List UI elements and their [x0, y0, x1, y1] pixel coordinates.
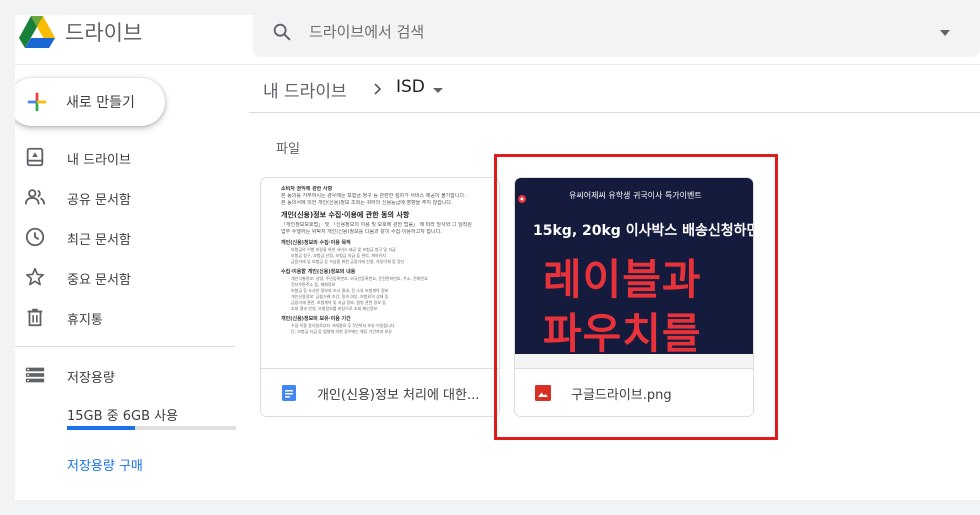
thumb-subheading: 개인(신용)정보의 수집·이용 목적	[281, 240, 351, 246]
selection-highlight-box	[494, 154, 778, 440]
clock-icon	[25, 227, 45, 247]
buy-storage-link[interactable]: 저장용량 구매	[67, 455, 143, 474]
thumb-text: 금융거래 및 보험금 등 수납을 위한 금융거래 신청, 자동이체 등 정산	[291, 259, 405, 264]
storage-usage-fill	[67, 426, 135, 430]
file-card-footer: 개인(신용)정보 처리에 대한...	[261, 368, 499, 416]
file-thumbnail: 소비자 권익에 관한 사항 본 동의를 거부하시는 경우에는 보험금 청구 등 …	[261, 178, 499, 368]
thumb-subheading: 개인(신용)정보의 보유·이용 기간	[281, 316, 351, 322]
new-button[interactable]: 새로 만들기	[15, 78, 165, 126]
file-card-doc[interactable]: 소비자 권익에 관한 사항 본 동의를 거부하시는 경우에는 보험금 청구 등 …	[260, 177, 500, 417]
plus-icon	[27, 92, 47, 112]
breadcrumb: 내 드라이브 ISD	[249, 65, 980, 113]
thumb-text: 본 동의서에 의한 개인(신용)정보 조회는 귀하의 신용등급에 영향을 주지 …	[281, 200, 453, 206]
files-section-label: 파일	[276, 142, 300, 157]
drive-logo-icon[interactable]	[17, 15, 57, 50]
sidebar-divider	[15, 346, 235, 347]
app-name[interactable]: 드라이브	[65, 17, 142, 47]
top-bar: 드라이브	[15, 15, 980, 65]
drive-app: 드라이브 새로 만들기	[15, 15, 980, 500]
sidebar-item-recent[interactable]: 최근 문서함	[15, 217, 240, 257]
new-button-label: 새로 만들기	[66, 95, 135, 111]
breadcrumb-my-drive[interactable]: 내 드라이브	[263, 77, 347, 102]
my-drive-icon	[26, 147, 44, 167]
star-icon	[25, 267, 45, 286]
sidebar-item-label: 중요 문서함	[67, 273, 131, 288]
sidebar-item-shared[interactable]: 공유 문서함	[15, 177, 240, 217]
thumb-text: 단, 보험금 지급 등 법령에 의한 경우에는 해당 기간까지 보유	[291, 329, 393, 334]
file-name: 개인(신용)정보 처리에 대한...	[317, 388, 480, 403]
trash-icon	[27, 308, 43, 327]
thumb-heading: 개인(신용)정보 수집·이용에 관한 동의 사항	[281, 211, 410, 219]
thumb-text: 소비자 권익에 관한 사항	[281, 186, 333, 192]
storage-label: 저장용량	[67, 371, 115, 386]
shared-icon	[24, 189, 46, 205]
thumb-text: 「개인정보보호법」 및 「신용정보의 이용 및 보호에 관한 법률」 에 따라 …	[281, 222, 472, 228]
sidebar-item-label: 휴지통	[67, 313, 103, 328]
sidebar-item-label: 최근 문서함	[67, 233, 131, 248]
thumb-text: 본 동의를 거부하시는 경우에는 보험금 청구 등 관련한 절차가 서비스 제공…	[281, 193, 466, 199]
thumb-text: 조회 결과 반영, 보험정보를 바탕으로 조회 재인정보	[291, 306, 378, 311]
sidebar-nav: 내 드라이브 공유 문서함 최근 문서함 중요 문서함 휴지통	[15, 137, 240, 337]
search-icon[interactable]	[271, 21, 293, 43]
storage-usage-bar	[67, 426, 236, 430]
google-docs-icon	[282, 385, 296, 401]
chevron-down-icon[interactable]	[433, 88, 443, 93]
sidebar-item-storage[interactable]: 저장용량	[15, 355, 240, 395]
search-input[interactable]	[309, 20, 869, 44]
chevron-right-icon	[374, 83, 382, 95]
search-bar[interactable]	[253, 15, 980, 57]
storage-icon	[25, 367, 45, 383]
sidebar-item-starred[interactable]: 중요 문서함	[15, 257, 240, 297]
sidebar-item-label: 내 드라이브	[67, 153, 131, 168]
sidebar-item-trash[interactable]: 휴지통	[15, 297, 240, 337]
thumb-text: 업무 수행하는 위탁자 개인(신용)정보를 다음과 같이 수집·이용하고자 합니…	[281, 229, 442, 235]
breadcrumb-current-folder[interactable]: ISD	[396, 77, 425, 97]
search-options-dropdown-icon[interactable]	[936, 24, 954, 42]
sidebar-item-label: 공유 문서함	[67, 193, 131, 208]
sidebar-item-my-drive[interactable]: 내 드라이브	[15, 137, 240, 177]
thumb-subheading: 수집·이용할 개인(신용)정보의 내용	[281, 269, 356, 275]
storage-usage-text: 15GB 중 6GB 사용	[67, 409, 179, 424]
